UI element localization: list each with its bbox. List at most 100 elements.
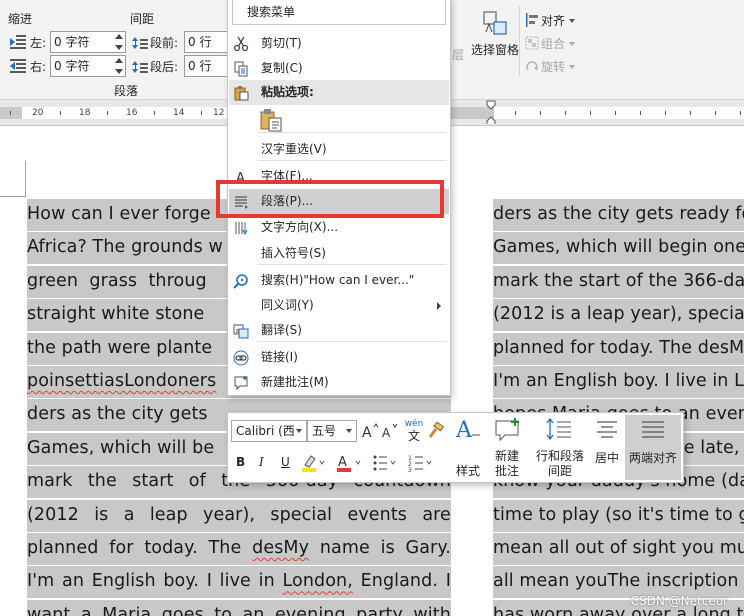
word: mark (27, 471, 73, 492)
menu-search-input[interactable]: 搜索菜单 (232, 0, 446, 25)
paste-keep-text-icon[interactable] (259, 108, 283, 132)
indent-marker-icon[interactable] (486, 100, 496, 124)
group-icon (525, 36, 539, 50)
text-line[interactable]: planned for today. The desMy name is Gar… (493, 332, 744, 365)
font-color-icon[interactable]: A (336, 453, 362, 473)
right-text-column[interactable]: ders as the city gets ready for the Olym… (493, 198, 744, 616)
align-button[interactable]: 对齐 (525, 12, 576, 29)
menu-item-label: 同义词(Y) (261, 298, 314, 312)
indent-left-value: 0 字符 (54, 35, 90, 49)
word: goes (161, 604, 204, 616)
menu-item-label: 粘贴选项: (261, 85, 314, 99)
menu-item-label: 翻译(S) (261, 323, 302, 337)
menu-item-translate[interactable]: a 翻译(S) (229, 318, 449, 343)
phonetic-pinyin-label: wén (404, 419, 424, 429)
shrink-font-icon[interactable]: A (382, 422, 398, 440)
menu-item-label: 复制(C) (261, 61, 303, 75)
highlight-color-icon[interactable] (300, 453, 326, 473)
text-line[interactable]: ders as the city gets ready for the Olym… (493, 198, 744, 231)
line-spacing-label: 间距 (547, 464, 572, 478)
text-line[interactable]: want a Maria goes to an evening party with (27, 599, 451, 616)
menu-item-synonyms[interactable]: 同义词(Y) (229, 293, 449, 318)
paragraph-group-label: 段落 (114, 84, 139, 98)
menu-item-text-direction[interactable]: 文字方向(X)... (229, 215, 449, 240)
word: for (109, 537, 134, 558)
text-line[interactable]: Games, which will begin one year from no… (493, 231, 744, 265)
phonetic-guide-button[interactable]: wén 文 (404, 419, 424, 444)
italic-button[interactable]: I (259, 455, 264, 469)
menu-item-reconvert[interactable]: 汉字重选(V) (229, 137, 449, 162)
word: a (123, 504, 135, 525)
menu-item-search[interactable]: 搜索(H)"How can I ever..." (229, 268, 449, 293)
selection-pane-button[interactable]: 选择窗格 (470, 10, 520, 58)
text-line-content: (2012 is a leap year), special events ar… (493, 304, 744, 325)
submenu-arrow-icon (437, 302, 441, 310)
spacing-after-label: 段后: (150, 60, 179, 74)
spin-arrows-icon[interactable] (114, 33, 124, 51)
font-size-select[interactable]: 五号 (307, 420, 357, 442)
indent-left-input[interactable]: 0 字符 (50, 31, 126, 53)
text-line[interactable]: planned for today. The desMy name is Gary. (27, 532, 451, 565)
bullets-icon[interactable] (372, 453, 398, 473)
chevron-down-icon (346, 429, 352, 433)
menu-item-copy[interactable]: 复制(C) (229, 56, 449, 81)
scissors-icon (233, 36, 249, 52)
justify-button[interactable]: 两端对齐 (626, 417, 680, 466)
menu-item-label: 剪切(T) (261, 36, 302, 50)
text-line[interactable]: mean all out of sight you must go to (493, 532, 744, 565)
spacing-after-input[interactable]: 0 行 (184, 55, 228, 77)
menu-item-link[interactable]: 链接(I) (229, 345, 449, 370)
word: London, (282, 571, 353, 592)
page-corner-mark (0, 161, 26, 197)
word: name (319, 537, 370, 558)
new-comment-button[interactable]: 新建 批注 (490, 417, 524, 479)
svg-text:A: A (362, 425, 372, 440)
indent-right-icon (10, 59, 26, 73)
font-name-select[interactable]: Calibri (西 (231, 420, 307, 442)
menu-item-cut[interactable]: 剪切(T) (229, 31, 449, 56)
spacing-before-input[interactable]: 0 行 (184, 31, 228, 53)
chevron-down-icon (569, 42, 576, 46)
bold-button[interactable]: B (236, 455, 245, 469)
layer-label: 层 (452, 48, 465, 62)
ribbon-divider (519, 6, 520, 76)
group-button[interactable]: 组合 (525, 35, 576, 52)
text-line[interactable]: (2012 is a leap year), special events ar… (493, 298, 744, 332)
grow-font-icon[interactable]: A (362, 422, 378, 440)
text-line[interactable]: I'm an English boy. Ilive in London, England. I (27, 565, 451, 599)
spacing-after-value: 0 行 (188, 59, 212, 73)
center-align-button[interactable]: 居中 (590, 417, 624, 466)
phonetic-char-label: 文 (407, 429, 420, 443)
format-painter-icon[interactable] (426, 422, 444, 440)
word: are (422, 504, 451, 525)
text-line[interactable]: mark the start of the 366-day countdown (493, 265, 744, 298)
text-line[interactable]: I'm an English boy. I live in London, En… (493, 365, 744, 398)
ruler-tick (515, 111, 516, 115)
mini-toolbar: Calibri (西 五号 A A wén 文 B I U A 123 A 样式… (227, 412, 684, 483)
word: I (206, 571, 212, 592)
indent-right-input[interactable]: 0 字符 (50, 55, 126, 77)
word: English (91, 571, 156, 592)
menu-item-insert-symbol[interactable]: 插入符号(S) (229, 241, 449, 266)
menu-item-new-comment[interactable]: 新建批注(M) (229, 370, 449, 395)
text-line[interactable]: time to play (so it's time to go). (493, 499, 744, 532)
underline-button[interactable]: U (281, 455, 290, 469)
menu-separator (258, 132, 446, 133)
line-spacing-label: 行和段落 (535, 449, 584, 463)
text-line-content: mark the start of the 366-day countdown (493, 270, 744, 291)
spin-arrows-icon[interactable] (114, 57, 124, 75)
numbering-icon[interactable]: 123 (408, 453, 434, 473)
ruler-number: 16 (126, 108, 138, 118)
rotate-button[interactable]: 旋转 (525, 58, 576, 75)
center-align-label: 居中 (594, 451, 619, 465)
indent-right-value: 0 字符 (54, 59, 90, 73)
text-line[interactable]: (2012 is a leap year), special events are (27, 499, 451, 532)
word: desMy (252, 537, 310, 558)
menu-separator (258, 160, 446, 161)
line-spacing-button[interactable]: 行和段落 间距 (530, 417, 590, 479)
word: events (347, 504, 408, 525)
search-icon (233, 274, 248, 289)
styles-button[interactable]: A 样式 (448, 417, 488, 479)
word: today. (144, 537, 198, 558)
ruler-tick (690, 111, 691, 115)
